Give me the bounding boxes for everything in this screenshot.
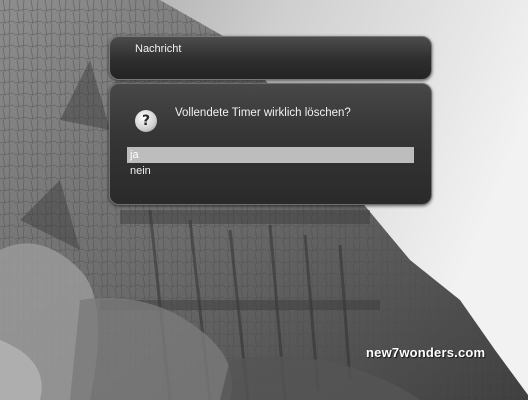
watermark-text: new7wonders.com	[366, 345, 486, 360]
dialog-title: Nachricht	[135, 43, 182, 55]
dialog-question: Vollendete Timer wirklich löschen?	[175, 107, 351, 119]
question-icon: ?	[135, 110, 157, 132]
dialog-title-bar: Nachricht	[109, 36, 432, 80]
choice-yes[interactable]: ja	[127, 147, 414, 163]
choice-list: ja nein	[127, 147, 414, 179]
message-dialog: ? Vollendete Timer wirklich löschen? ja …	[109, 83, 432, 205]
tv-screen: Nachricht ? Vollendete Timer wirklich lö…	[0, 0, 528, 400]
choice-no[interactable]: nein	[127, 163, 414, 179]
